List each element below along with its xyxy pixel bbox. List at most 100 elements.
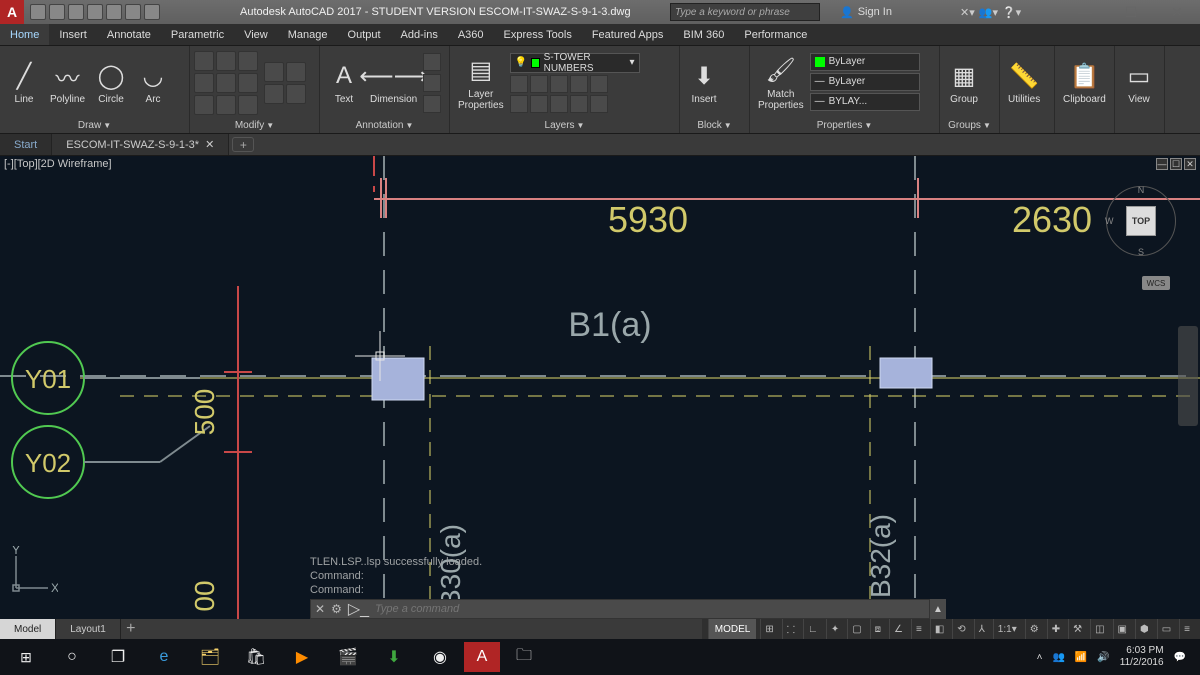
qat-save-icon[interactable]: [68, 4, 84, 20]
new-tab-button[interactable]: +: [232, 137, 254, 152]
tab-view[interactable]: View: [234, 24, 278, 45]
view-cube[interactable]: N S W TOP: [1102, 186, 1180, 264]
tab-manage[interactable]: Manage: [278, 24, 338, 45]
drawing-tab[interactable]: ESCOM-IT-SWAZ-S-9-1-3* ✕: [52, 134, 229, 155]
start-tab[interactable]: Start: [0, 134, 52, 155]
navigation-bar[interactable]: [1178, 326, 1198, 426]
groove-icon[interactable]: ▶: [280, 639, 324, 675]
layerlck-icon[interactable]: [570, 75, 588, 93]
current-layer-dropdown[interactable]: 💡 S-TOWER NUMBERS ▾: [510, 53, 640, 73]
tab-insert[interactable]: Insert: [49, 24, 97, 45]
leader-icon[interactable]: [423, 53, 441, 71]
panel-groups-title[interactable]: Groups▼: [944, 117, 995, 133]
status-3dosnap-icon[interactable]: ⧈: [870, 619, 885, 639]
status-polar-icon[interactable]: ✦: [826, 619, 843, 639]
tab-a360[interactable]: A360: [448, 24, 494, 45]
fillet-icon[interactable]: [238, 73, 258, 93]
help-search-input[interactable]: Type a keyword or phrase: [670, 3, 820, 21]
movies-icon[interactable]: 🎬: [326, 639, 370, 675]
copy-icon[interactable]: [194, 73, 214, 93]
trim-icon[interactable]: [238, 51, 258, 71]
status-hardware-icon[interactable]: ⬢: [1135, 619, 1153, 639]
circle-button[interactable]: ◯Circle: [91, 58, 131, 107]
tray-notifications-icon[interactable]: 💬: [1174, 652, 1186, 663]
cmd-scroll-up[interactable]: ▲: [930, 599, 946, 619]
lineweight-dropdown[interactable]: — ByLayer: [810, 73, 920, 91]
explorer-icon[interactable]: 🗂: [188, 639, 232, 675]
status-isolate-icon[interactable]: ▣: [1113, 619, 1131, 639]
chrome-icon[interactable]: ◉: [418, 639, 462, 675]
tab-performance[interactable]: Performance: [734, 24, 817, 45]
command-line[interactable]: ✕ ⚙ ▷_: [310, 599, 930, 619]
command-input[interactable]: [375, 603, 925, 615]
tab-featuredapps[interactable]: Featured Apps: [582, 24, 674, 45]
app-logo[interactable]: A: [0, 0, 24, 24]
tab-annotate[interactable]: Annotate: [97, 24, 161, 45]
offset-icon[interactable]: [264, 84, 284, 104]
minimize-button[interactable]: —: [1062, 0, 1108, 24]
tab-addins[interactable]: Add-ins: [391, 24, 448, 45]
status-units-icon[interactable]: ◫: [1090, 619, 1108, 639]
close-button[interactable]: ✕: [1154, 0, 1200, 24]
stayconn-icon[interactable]: 👥▾: [979, 6, 998, 19]
autocad-taskbar-icon[interactable]: A: [464, 642, 500, 672]
drawing-viewport[interactable]: [-][Top][2D Wireframe] — ☐ ✕ 5930 2630 B…: [0, 156, 1200, 619]
panel-annotation-title[interactable]: Annotation▼: [324, 117, 445, 133]
layer-properties-button[interactable]: ▤Layer Properties: [454, 53, 508, 113]
scale-icon[interactable]: [216, 95, 236, 115]
taskbar-clock[interactable]: 6:03 PM11/2/2016: [1120, 645, 1164, 669]
status-otrack-icon[interactable]: ∠: [889, 619, 907, 639]
insert-block-button[interactable]: ⬇Insert: [684, 58, 724, 107]
status-grid-icon[interactable]: ⊞: [760, 619, 777, 639]
clipboard-button[interactable]: 📋Clipboard: [1059, 58, 1110, 107]
text-button[interactable]: AText: [324, 58, 364, 107]
line-button[interactable]: ╱Line: [4, 58, 44, 107]
status-snap-icon[interactable]: ⸬: [782, 619, 799, 639]
dimension-button[interactable]: ⟵⟶Dimension: [366, 58, 421, 107]
join-icon[interactable]: [286, 84, 306, 104]
panel-block-title[interactable]: Block▼: [684, 117, 745, 133]
status-lineweight-icon[interactable]: ≡: [911, 619, 926, 639]
status-ortho-icon[interactable]: ∟: [803, 619, 822, 639]
cmd-options-icon[interactable]: ⚙: [331, 602, 342, 616]
status-custom-icon[interactable]: ≡: [1179, 619, 1194, 639]
signin-button[interactable]: Sign In: [840, 6, 892, 19]
layerprev-icon[interactable]: [590, 95, 608, 113]
status-gear-icon[interactable]: ⚙: [1025, 619, 1043, 639]
edge-icon[interactable]: e: [142, 639, 186, 675]
view-button[interactable]: ▭View: [1119, 58, 1159, 107]
cortana-icon[interactable]: ○: [50, 639, 94, 675]
layout-model[interactable]: Model: [0, 619, 56, 639]
nav-zoom-icon[interactable]: [1180, 380, 1196, 396]
taskview-icon[interactable]: ❐: [96, 639, 140, 675]
group-button[interactable]: ▦Group: [944, 58, 984, 107]
qat-new-icon[interactable]: [30, 4, 46, 20]
status-workspace-icon[interactable]: ⚒: [1068, 619, 1086, 639]
panel-layers-title[interactable]: Layers▼: [454, 117, 675, 133]
status-scale[interactable]: 1:1 ▾: [993, 619, 1021, 639]
nav-pan-icon[interactable]: [1180, 356, 1196, 372]
panel-modify-title[interactable]: Modify▼: [194, 117, 315, 133]
utilities-button[interactable]: 📏Utilities: [1004, 58, 1044, 107]
compass-n[interactable]: N: [1138, 185, 1145, 195]
status-osnap-icon[interactable]: ▢: [847, 619, 865, 639]
status-clean-icon[interactable]: ▭: [1157, 619, 1175, 639]
array-icon[interactable]: [238, 95, 258, 115]
layeroff-icon[interactable]: [510, 75, 528, 93]
idm-icon[interactable]: ⬇: [372, 639, 416, 675]
compass-s[interactable]: S: [1138, 247, 1144, 257]
move-icon[interactable]: [194, 51, 214, 71]
tab-bim360[interactable]: BIM 360: [673, 24, 734, 45]
explode-icon[interactable]: [286, 62, 306, 82]
panel-properties-title[interactable]: Properties▼: [754, 117, 935, 133]
tab-output[interactable]: Output: [338, 24, 391, 45]
panel-draw-title[interactable]: Draw▼: [4, 117, 185, 133]
qat-saveas-icon[interactable]: [87, 4, 103, 20]
arc-button[interactable]: ◡Arc: [133, 58, 173, 107]
qat-open-icon[interactable]: [49, 4, 65, 20]
layerthw-icon[interactable]: [550, 95, 568, 113]
exchange-icon[interactable]: ✕▾: [960, 6, 975, 19]
tray-up-icon[interactable]: ˄: [1037, 652, 1043, 663]
layeriso-icon[interactable]: [530, 75, 548, 93]
tray-people-icon[interactable]: 👥: [1052, 652, 1064, 663]
